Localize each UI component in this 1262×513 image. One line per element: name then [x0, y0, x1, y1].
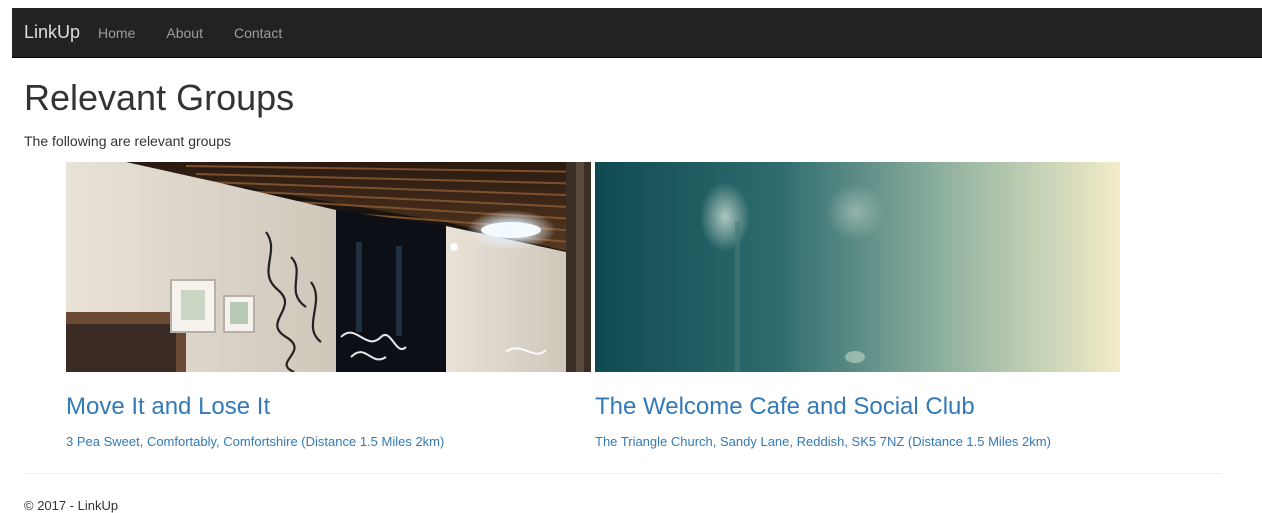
nav-link-home[interactable]: Home — [98, 25, 135, 41]
page-subtitle: The following are relevant groups — [24, 133, 232, 149]
blurred-photo-image — [595, 162, 1120, 372]
brand-link[interactable]: LinkUp — [24, 22, 80, 43]
group-title-link[interactable]: Move It and Lose It — [66, 393, 591, 421]
group-photo-blurred[interactable] — [595, 162, 1120, 372]
gallery-photo-image — [66, 162, 591, 372]
nav-link-about[interactable]: About — [166, 25, 203, 41]
footer-divider — [24, 473, 1222, 474]
group-photo-gallery[interactable] — [66, 162, 591, 372]
group-address-link[interactable]: 3 Pea Sweet, Comfortably, Comfortshire (… — [66, 434, 591, 449]
navbar: LinkUp Home About Contact — [12, 8, 1262, 58]
group-card: The Welcome Cafe and Social Club The Tri… — [595, 162, 1120, 449]
footer-copyright: © 2017 - LinkUp — [24, 498, 119, 513]
group-address-link[interactable]: The Triangle Church, Sandy Lane, Reddish… — [595, 434, 1120, 449]
page-title: Relevant Groups — [24, 77, 295, 118]
group-card: Move It and Lose It 3 Pea Sweet, Comfort… — [66, 162, 591, 449]
top-strip — [0, 0, 1262, 8]
nav-link-contact[interactable]: Contact — [234, 25, 282, 41]
group-title-link[interactable]: The Welcome Cafe and Social Club — [595, 393, 1120, 421]
